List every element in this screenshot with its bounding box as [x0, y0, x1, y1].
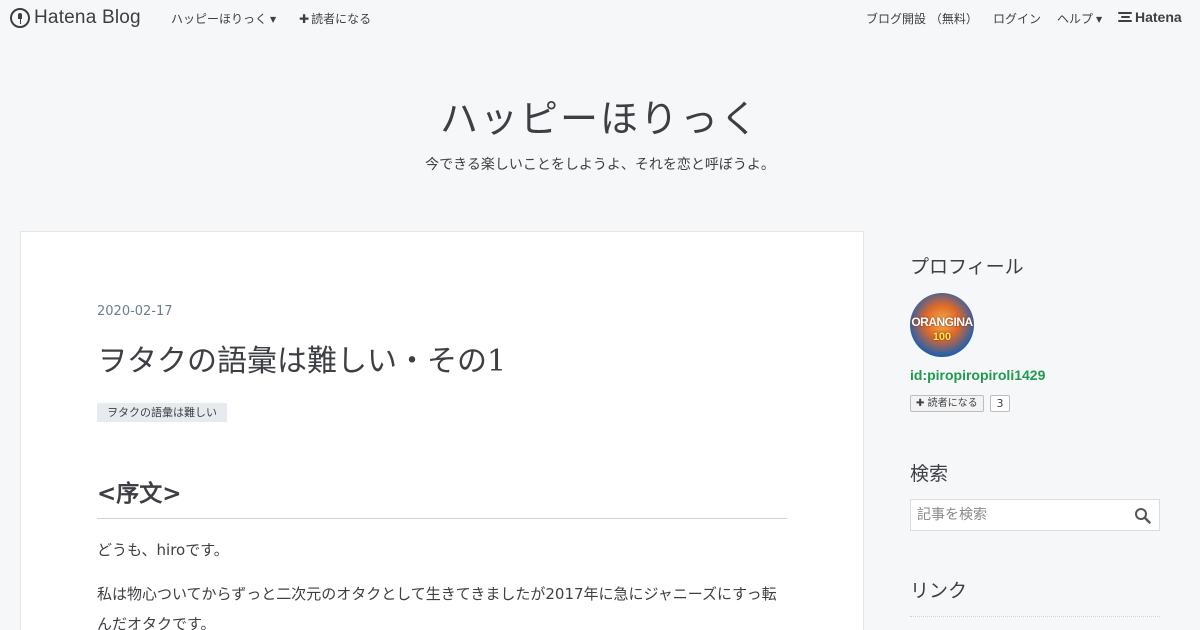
search-input[interactable] — [911, 500, 1131, 530]
open-blog-link[interactable]: ブログ開設 （無料） — [866, 10, 978, 27]
hatena-blog-logo[interactable]: Hatena Blog — [10, 7, 141, 29]
subscribe-button[interactable]: ✚ 読者になる — [910, 395, 984, 412]
links-heading: リンク — [910, 580, 968, 602]
search-icon[interactable] — [1134, 507, 1151, 524]
plus-icon: ✚ — [299, 12, 310, 26]
hatena-lines-icon — [1118, 10, 1132, 24]
help-label: ヘルプ — [1057, 12, 1094, 26]
plus-icon: ✚ — [916, 398, 925, 409]
avatar-text: ORANGINA — [911, 315, 973, 329]
top-navigation-bar: Hatena Blog ハッピーほりっく ▼ ✚ 読者になる ブログ開設 （無料） … — [0, 0, 1200, 36]
hatena-logo-text: Hatena — [1135, 9, 1182, 25]
chevron-down-icon: ▼ — [1096, 15, 1103, 24]
subscribe-link[interactable]: ✚ 読者になる — [299, 10, 371, 27]
blog-menu-label: ハッピーほりっく — [171, 12, 268, 26]
paragraph: どうも、hiroです。 — [97, 541, 229, 559]
login-link[interactable]: ログイン — [993, 10, 1041, 27]
blog-description: 今できる楽しいことをしようよ、それを恋と呼ぼうよ。 — [425, 157, 775, 173]
divider — [910, 616, 1160, 617]
hatena-blog-logo-icon — [10, 8, 30, 28]
avatar-text: 100 — [932, 331, 952, 343]
search-heading: 検索 — [910, 463, 949, 485]
blog-title[interactable]: ハッピーほりっく — [0, 88, 1200, 143]
help-dropdown[interactable]: ヘルプ ▼ — [1057, 10, 1102, 27]
blog-menu-dropdown[interactable]: ハッピーほりっく ▼ — [171, 10, 276, 27]
profile-heading: プロフィール — [910, 256, 1024, 278]
section-heading: <序文> — [97, 474, 787, 519]
avatar[interactable]: ORANGINA 100 — [910, 293, 974, 357]
subscribe-button-label: 読者になる — [927, 398, 978, 409]
profile-id-link[interactable]: id:piropiropiroli1429 — [910, 367, 1045, 383]
entry-date[interactable]: 2020-02-17 — [97, 304, 173, 319]
hatena-logo[interactable]: Hatena — [1118, 9, 1182, 25]
article-card: 2020-02-17 ヲタクの語彙は難しい・その1 ヲタクの語彙は難しい <序文… — [20, 231, 864, 630]
category-tag[interactable]: ヲタクの語彙は難しい — [97, 403, 227, 422]
chevron-down-icon: ▼ — [270, 15, 277, 24]
subscribe-label: 読者になる — [311, 12, 372, 26]
search-box — [910, 499, 1160, 531]
brand-name: Hatena Blog — [34, 7, 141, 28]
paragraph: 私は物心ついてからずっと二次元のオタクとして生きてきましたが2017年に急にジャ… — [97, 585, 777, 630]
subscriber-count: 3 — [990, 395, 1010, 412]
entry-title[interactable]: ヲタクの語彙は難しい・その1 — [97, 336, 506, 380]
